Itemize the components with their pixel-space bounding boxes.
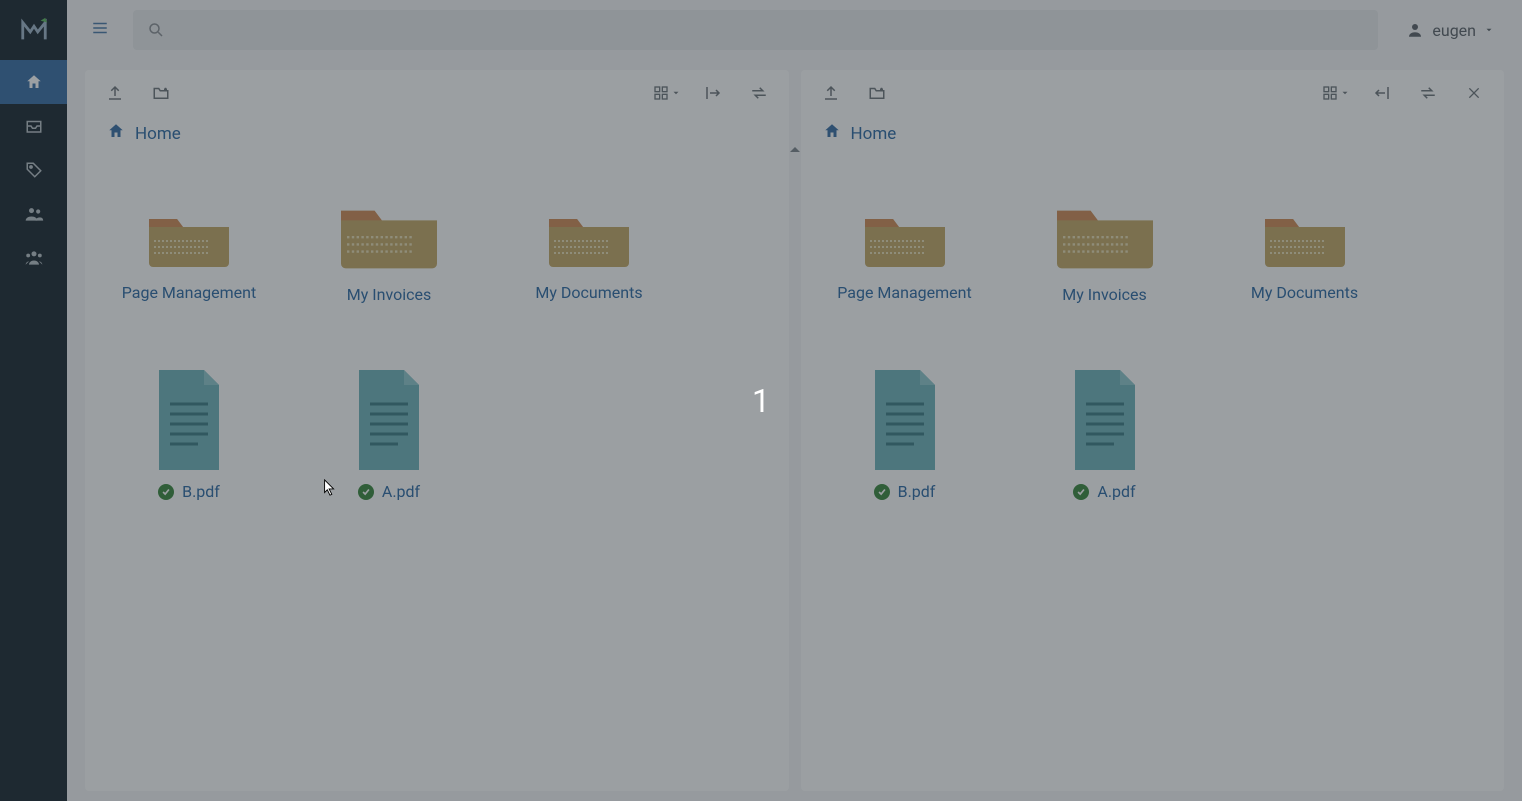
app-root: eugen bbox=[0, 0, 1522, 801]
folder-item[interactable]: My Invoices bbox=[289, 171, 489, 306]
topbar: eugen bbox=[67, 0, 1522, 60]
item-label: My Invoices bbox=[1062, 283, 1146, 306]
new-folder-icon bbox=[868, 84, 886, 102]
new-folder-button[interactable] bbox=[141, 75, 181, 111]
file-icon bbox=[1070, 370, 1140, 470]
item-label: Page Management bbox=[122, 281, 256, 304]
app-logo[interactable] bbox=[0, 0, 67, 60]
file-icon bbox=[154, 370, 224, 470]
menu-toggle[interactable] bbox=[85, 13, 115, 47]
new-folder-icon bbox=[152, 84, 170, 102]
open-right-button[interactable] bbox=[693, 75, 733, 111]
sidebar-item-home[interactable] bbox=[0, 60, 67, 104]
sync-icon bbox=[1419, 84, 1437, 102]
close-pane-button[interactable] bbox=[1454, 75, 1494, 111]
grid-view-icon bbox=[1322, 85, 1338, 101]
status-check-icon bbox=[358, 484, 374, 500]
item-label: My Documents bbox=[535, 281, 642, 304]
file-item[interactable]: A.pdf bbox=[289, 346, 489, 503]
open-left-button[interactable] bbox=[1362, 75, 1402, 111]
sidebar-item-inbox[interactable] bbox=[0, 104, 67, 148]
view-mode-button[interactable] bbox=[647, 75, 687, 111]
folder-item[interactable]: Page Management bbox=[805, 171, 1005, 306]
breadcrumb-home[interactable]: Home bbox=[851, 124, 897, 144]
item-label: My Documents bbox=[1251, 281, 1358, 304]
file-item[interactable]: A.pdf bbox=[1005, 346, 1205, 503]
right-pane-toolbar bbox=[801, 70, 1505, 116]
folder-icon bbox=[860, 201, 950, 269]
breadcrumb: Home bbox=[801, 116, 1505, 161]
splitter-handle[interactable] bbox=[789, 138, 801, 157]
folder-item[interactable]: My Documents bbox=[1205, 171, 1405, 306]
chevron-down-icon bbox=[671, 88, 681, 98]
folder-icon bbox=[144, 201, 234, 269]
view-mode-button[interactable] bbox=[1316, 75, 1356, 111]
sidebar-item-tags[interactable] bbox=[0, 148, 67, 192]
chevron-down-icon bbox=[1484, 25, 1494, 35]
item-label: B.pdf bbox=[158, 480, 220, 503]
breadcrumb: Home bbox=[85, 116, 789, 161]
item-label: My Invoices bbox=[347, 283, 431, 306]
sync-button[interactable] bbox=[739, 75, 779, 111]
status-check-icon bbox=[1073, 484, 1089, 500]
status-check-icon bbox=[158, 484, 174, 500]
folder-icon bbox=[544, 201, 634, 269]
arrow-right-bar-icon bbox=[704, 84, 722, 102]
right-pane: Home Page Management My Invoices My Docu… bbox=[801, 70, 1505, 791]
right-grid: Page Management My Invoices My Documents… bbox=[801, 161, 1505, 553]
item-label: B.pdf bbox=[874, 480, 936, 503]
folder-item[interactable]: Page Management bbox=[89, 171, 289, 306]
user-icon bbox=[1406, 21, 1424, 39]
home-icon bbox=[107, 122, 125, 145]
search-input[interactable] bbox=[133, 10, 1378, 50]
folder-icon bbox=[1260, 201, 1350, 269]
user-name: eugen bbox=[1432, 21, 1476, 40]
sidebar-item-users[interactable] bbox=[0, 192, 67, 236]
arrow-left-bar-icon bbox=[1373, 84, 1391, 102]
upload-icon bbox=[106, 84, 124, 102]
folder-icon bbox=[1051, 189, 1159, 271]
grid-view-icon bbox=[653, 85, 669, 101]
upload-button[interactable] bbox=[811, 75, 851, 111]
sidebar bbox=[0, 0, 67, 801]
home-icon bbox=[823, 122, 841, 145]
file-item[interactable]: B.pdf bbox=[805, 346, 1005, 503]
folder-icon bbox=[335, 189, 443, 271]
content: Home Page Management My Invoices My Docu… bbox=[67, 60, 1522, 801]
sync-icon bbox=[750, 84, 768, 102]
item-label: Page Management bbox=[837, 281, 971, 304]
close-icon bbox=[1466, 85, 1482, 101]
status-check-icon bbox=[874, 484, 890, 500]
file-icon bbox=[870, 370, 940, 470]
new-folder-button[interactable] bbox=[857, 75, 897, 111]
sidebar-items bbox=[0, 60, 67, 280]
file-icon bbox=[354, 370, 424, 470]
upload-button[interactable] bbox=[95, 75, 135, 111]
main: eugen bbox=[67, 0, 1522, 801]
sidebar-item-groups[interactable] bbox=[0, 236, 67, 280]
folder-item[interactable]: My Documents bbox=[489, 171, 689, 306]
breadcrumb-home[interactable]: Home bbox=[135, 124, 181, 144]
upload-icon bbox=[822, 84, 840, 102]
user-menu[interactable]: eugen bbox=[1396, 15, 1504, 46]
folder-item[interactable]: My Invoices bbox=[1005, 171, 1205, 306]
left-grid: Page Management My Invoices My Documents… bbox=[85, 161, 789, 553]
search-icon bbox=[147, 21, 165, 39]
sync-button[interactable] bbox=[1408, 75, 1448, 111]
item-label: A.pdf bbox=[358, 480, 420, 503]
file-item[interactable]: B.pdf bbox=[89, 346, 289, 503]
item-label: A.pdf bbox=[1073, 480, 1135, 503]
chevron-down-icon bbox=[1340, 88, 1350, 98]
left-pane-toolbar bbox=[85, 70, 789, 116]
left-pane: Home Page Management My Invoices My Docu… bbox=[85, 70, 789, 791]
